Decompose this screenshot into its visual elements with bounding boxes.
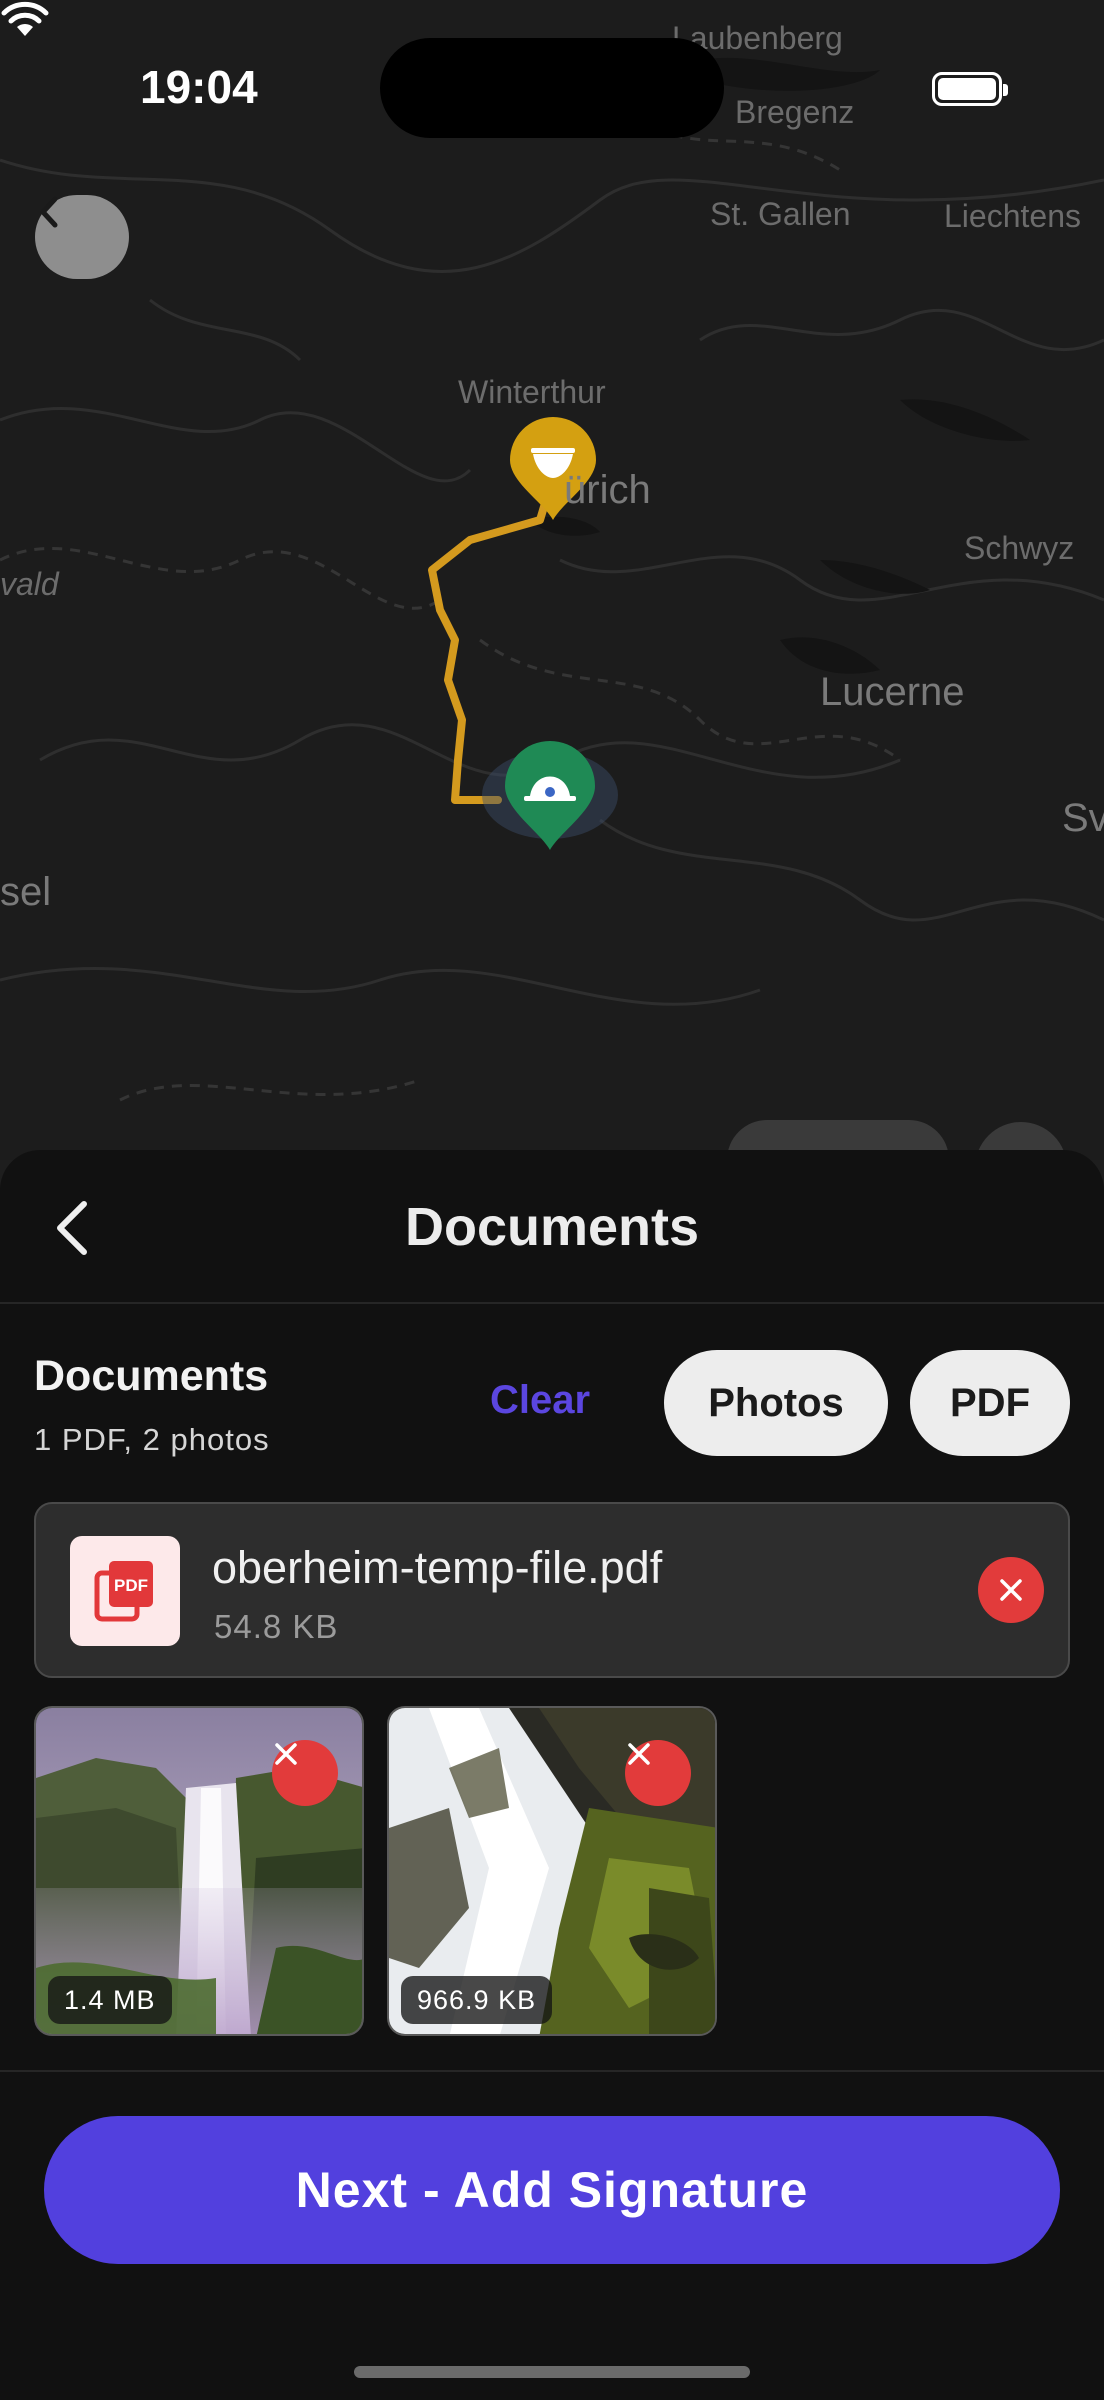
map-label-st-gallen: St. Gallen xyxy=(710,196,851,232)
map-view[interactable]: Laubenberg Bregenz St. Gallen Liechtens … xyxy=(0,0,1104,1160)
status-time: 19:04 xyxy=(140,61,258,113)
chevron-left-icon xyxy=(40,196,58,228)
add-photos-button[interactable]: Photos xyxy=(664,1350,888,1456)
battery-icon xyxy=(932,72,1008,106)
dynamic-island xyxy=(380,38,724,138)
map-terrain xyxy=(0,57,1104,1102)
remove-pdf-button[interactable] xyxy=(978,1557,1044,1623)
wifi-icon xyxy=(1,1,49,36)
close-icon xyxy=(275,1743,297,1765)
map-label-winterthur: Winterthur xyxy=(458,374,606,410)
photo-size-badge: 966.9 KB xyxy=(401,1976,553,2024)
close-icon xyxy=(1000,1579,1022,1601)
map-label-schwyz: Schwyz xyxy=(964,530,1075,566)
pdf-file-card[interactable]: PDF oberheim-temp-file.pdf 54.8 KB xyxy=(34,1502,1070,1678)
next-add-signature-button[interactable]: Next - Add Signature xyxy=(44,2116,1060,2264)
close-icon xyxy=(628,1743,650,1765)
documents-sheet: Documents Documents 1 PDF, 2 photos Clea… xyxy=(0,1150,1104,2400)
clear-button[interactable]: Clear xyxy=(490,1378,590,1423)
photo-thumbnail[interactable]: 966.9 KB xyxy=(387,1706,717,2036)
map-label-wald: vald xyxy=(0,566,59,602)
remove-photo-button[interactable] xyxy=(272,1740,338,1806)
section-title: Documents xyxy=(34,1352,269,1400)
map-label-zurich: ürich xyxy=(564,468,651,512)
sheet-header: Documents xyxy=(0,1150,1104,1304)
add-pdf-button[interactable]: PDF xyxy=(910,1350,1070,1456)
map-label-lucerne: Lucerne xyxy=(820,670,965,714)
sheet-title: Documents xyxy=(404,1197,700,1257)
section-subtitle: 1 PDF, 2 photos xyxy=(34,1422,270,1457)
pdf-file-name: oberheim-temp-file.pdf xyxy=(212,1542,663,1593)
map-label-basel: sel xyxy=(0,870,52,914)
photo-size-badge: 1.4 MB xyxy=(48,1976,172,2024)
map-back-button[interactable] xyxy=(35,195,129,279)
map-label-sv: Sv xyxy=(1062,796,1104,840)
photo-thumbnail[interactable]: 1.4 MB xyxy=(34,1706,364,2036)
pdf-file-size: 54.8 KB xyxy=(214,1608,339,1645)
status-bar: 19:04 xyxy=(0,0,1104,170)
map-label-liechtenstein: Liechtens xyxy=(944,198,1081,234)
pdf-icon: PDF xyxy=(70,1536,180,1646)
divider xyxy=(0,2070,1104,2072)
remove-photo-button[interactable] xyxy=(625,1740,691,1806)
home-indicator[interactable] xyxy=(354,2366,750,2378)
svg-text:PDF: PDF xyxy=(114,1576,148,1595)
